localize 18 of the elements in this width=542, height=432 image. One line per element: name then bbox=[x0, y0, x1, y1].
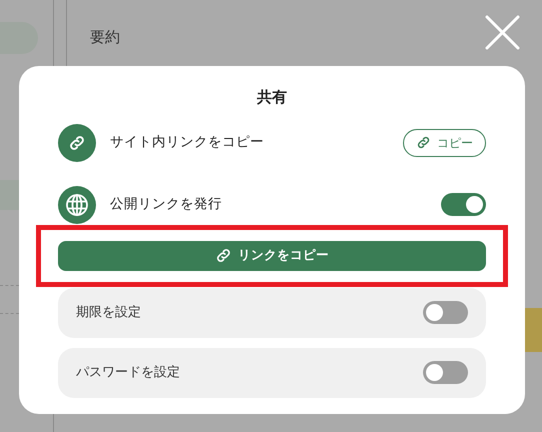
sidebar-highlight bbox=[0, 180, 19, 210]
row-label: サイト内リンクをコピー bbox=[110, 133, 265, 152]
link-icon bbox=[58, 124, 96, 162]
toggle-switch[interactable] bbox=[423, 361, 468, 384]
setting-label: 期限を設定 bbox=[76, 304, 142, 322]
background-panel bbox=[525, 308, 542, 352]
dialog-title: 共有 bbox=[256, 87, 288, 108]
close-icon[interactable] bbox=[485, 15, 520, 50]
copy-link-button[interactable]: リンクをコピー bbox=[58, 240, 486, 270]
toggle-switch[interactable] bbox=[441, 193, 486, 216]
globe-icon bbox=[58, 186, 96, 224]
page-heading: 要約 bbox=[90, 27, 120, 48]
setting-label: パスワードを設定 bbox=[76, 364, 181, 382]
link-icon bbox=[416, 135, 431, 150]
link-icon bbox=[215, 247, 232, 264]
copy-button[interactable]: コピー bbox=[403, 128, 486, 156]
row-label: 公開リンクを発行 bbox=[110, 195, 223, 214]
toggle-switch[interactable] bbox=[423, 301, 468, 324]
